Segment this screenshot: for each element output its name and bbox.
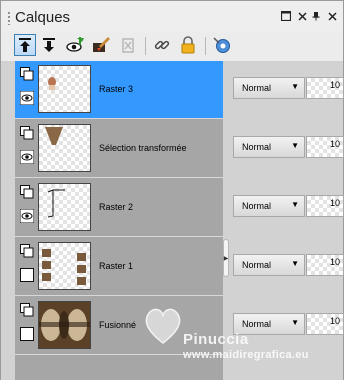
blend-mode-select[interactable]: Normal ▼ [233,254,305,276]
close-icon[interactable] [295,8,309,24]
blend-mode-select[interactable]: Normal ▼ [233,136,305,158]
layer-thumbnail[interactable] [38,65,91,113]
brush-properties-icon[interactable] [90,34,112,56]
panel-title: Calques [15,9,71,26]
layer-row[interactable]: Raster 2 [15,179,223,237]
layer-properties-icon[interactable] [20,126,34,140]
layer-row[interactable]: Raster 1 [15,238,223,296]
layer-properties-icon[interactable] [20,67,34,81]
visibility-checkbox[interactable] [20,327,34,341]
toggle-visibility-icon[interactable] [65,34,87,56]
blend-mode-value: Normal [242,319,272,329]
opacity-field[interactable]: 10 [306,195,344,217]
visibility-eye-icon[interactable] [19,208,35,224]
opacity-field[interactable]: 10 [306,313,344,335]
dropdown-arrow-icon: ▼ [291,259,299,268]
dropdown-arrow-icon: ▼ [291,141,299,150]
opacity-field[interactable]: 10 [306,77,344,99]
blend-mode-value: Normal [242,142,272,152]
blend-mode-value: Normal [242,201,272,211]
toolbar-separator [205,37,206,55]
opacity-field[interactable]: 10 [306,136,344,158]
blend-mode-select[interactable]: Normal ▼ [233,195,305,217]
opacity-field[interactable]: 10 [306,254,344,276]
grip-icon[interactable] [7,11,11,25]
layer-name[interactable]: Raster 3 [99,84,133,94]
layer-name[interactable]: Raster 2 [99,202,133,212]
layer-name[interactable]: Raster 1 [99,261,133,271]
panel-titlebar[interactable]: Calques [1,1,343,31]
mask-icon[interactable] [211,34,233,56]
layer-thumbnail[interactable] [38,301,91,349]
delete-layer-icon[interactable] [117,34,139,56]
layers-panel: Calques Raster 3 Sélection transformée R… [0,0,344,380]
layer-properties-icon[interactable] [20,185,34,199]
layers-toolbar [1,33,343,59]
layer-name[interactable]: Sélection transformée [99,143,187,153]
visibility-eye-icon[interactable] [19,149,35,165]
blend-mode-value: Normal [242,260,272,270]
restore-icon[interactable] [279,8,293,24]
dropdown-arrow-icon: ▼ [291,318,299,327]
pin-icon[interactable] [309,8,323,24]
layer-properties-icon[interactable] [20,244,34,258]
layers-list: Raster 3 Sélection transformée Raster 2 … [1,61,344,380]
visibility-eye-icon[interactable] [19,90,35,106]
lock-layer-icon[interactable] [177,34,199,56]
toolbar-separator [145,37,146,55]
link-layer-icon[interactable] [151,34,173,56]
dropdown-arrow-icon: ▼ [291,82,299,91]
blend-mode-value: Normal [242,83,272,93]
close-panel-icon[interactable] [325,8,339,24]
dropdown-arrow-icon: ▼ [291,200,299,209]
layer-thumbnail[interactable] [38,183,91,231]
panel-splitter[interactable]: ▶ [223,239,229,277]
layer-name[interactable]: Fusionné [99,320,136,330]
move-layer-down-icon[interactable] [38,34,60,56]
layer-properties-icon[interactable] [20,303,34,317]
visibility-checkbox[interactable] [20,268,34,282]
layer-thumbnail[interactable] [38,242,91,290]
layer-row[interactable]: Sélection transformée [15,120,223,178]
layer-thumbnail[interactable] [38,124,91,172]
move-layer-up-icon[interactable] [14,34,36,56]
blend-mode-select[interactable]: Normal ▼ [233,77,305,99]
layer-row[interactable]: Raster 3 [15,61,223,119]
layer-row[interactable]: Fusionné [15,297,223,355]
splitter-arrow-icon: ▶ [223,255,229,262]
blend-mode-select[interactable]: Normal ▼ [233,313,305,335]
